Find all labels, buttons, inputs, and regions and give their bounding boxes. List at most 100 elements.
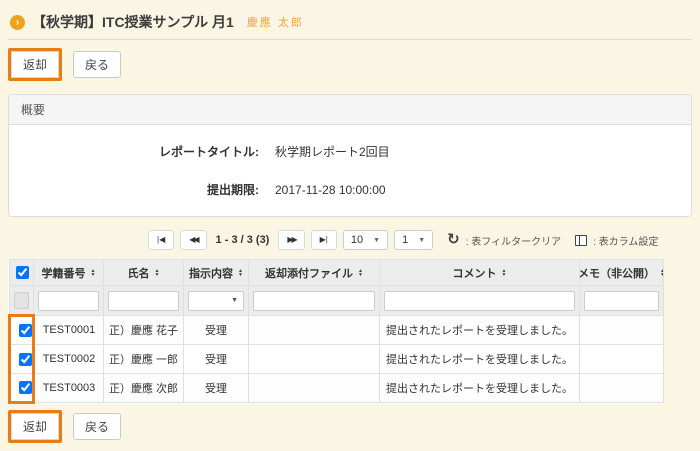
cell-memo: [580, 316, 664, 345]
cell-name: 正）慶應 一郎: [104, 345, 184, 374]
chevron-down-icon: ▼: [231, 297, 238, 304]
filter-comment-input[interactable]: [384, 291, 575, 311]
cell-student-id: TEST0002: [34, 345, 104, 374]
return-button-highlight: 返却: [8, 48, 62, 81]
overview-panel: 概要 レポートタイトル: 秋学期レポート2回目 提出期限: 2017-11-28…: [8, 94, 692, 217]
header-attachment[interactable]: 返却添付ファイル ▲▼: [249, 260, 380, 286]
prev-page-button[interactable]: ◀◀: [180, 230, 206, 250]
cell-student-id: TEST0003: [34, 374, 104, 403]
row-checkbox[interactable]: [19, 353, 32, 366]
filter-attachment-input[interactable]: [253, 291, 375, 311]
overview-panel-title: 概要: [9, 95, 691, 125]
cell-memo: [580, 374, 664, 403]
header-comment[interactable]: コメント ▲▼: [380, 260, 580, 286]
filter-clear-icon[interactable]: ↻: [447, 234, 460, 246]
row-checkbox[interactable]: [19, 381, 32, 394]
row-checkbox-cell: [10, 316, 34, 345]
column-settings-label[interactable]: : 表カラム設定: [593, 233, 658, 248]
pagination-range: 1 - 3 / 3 (3): [216, 234, 270, 246]
table-row: TEST0001 正）慶應 花子 受理 提出されたレポートを受理しました。: [10, 316, 664, 345]
cell-attachment: [249, 345, 380, 374]
overview-panel-body: レポートタイトル: 秋学期レポート2回目 提出期限: 2017-11-28 10…: [9, 125, 691, 216]
cell-name: 正）慶應 花子: [104, 316, 184, 345]
teacher-name-link[interactable]: 慶應 太郎: [247, 14, 304, 30]
back-button-bottom[interactable]: 戻る: [73, 413, 121, 440]
return-button-bottom[interactable]: 返却: [11, 413, 59, 440]
filter-attachment-cell: [249, 286, 380, 316]
cell-name: 正）慶應 次郎: [104, 374, 184, 403]
filter-memo-input[interactable]: [584, 291, 659, 311]
header-student-id[interactable]: 学籍番号 ▲▼: [34, 260, 104, 286]
sort-icon[interactable]: ▲▼: [502, 269, 507, 277]
filter-memo-cell: [580, 286, 664, 316]
row-checkbox[interactable]: [19, 324, 32, 337]
sort-icon[interactable]: ▲▼: [660, 269, 663, 277]
header-instruction-label: 指示内容: [189, 265, 233, 281]
cell-instruction: 受理: [184, 374, 249, 403]
bottom-action-bar: 返却 戻る: [8, 410, 692, 443]
select-all-checkbox[interactable]: [16, 266, 29, 279]
sort-icon[interactable]: ▲▼: [238, 269, 243, 277]
page-size-value: 10: [351, 234, 363, 246]
chevron-right-circle-icon: ›: [10, 15, 25, 30]
cell-comment: 提出されたレポートを受理しました。: [380, 316, 580, 345]
filter-name-input[interactable]: [108, 291, 179, 311]
cell-attachment: [249, 374, 380, 403]
filter-instruction-select[interactable]: ▼: [188, 291, 244, 311]
header-comment-label: コメント: [453, 265, 497, 281]
header-memo[interactable]: メモ（非公開） ▲▼: [580, 260, 664, 286]
table-row: TEST0002 正）慶應 一郎 受理 提出されたレポートを受理しました。: [10, 345, 664, 374]
back-button-top[interactable]: 戻る: [73, 51, 121, 78]
cell-attachment: [249, 316, 380, 345]
filter-comment-cell: [380, 286, 580, 316]
pagination-toolbar: |◀ ◀◀ 1 - 3 / 3 (3) ▶▶ ▶| 10 ▼ 1 ▼ ↻ : 表…: [148, 230, 692, 250]
filter-instruction-cell: ▼: [184, 286, 249, 316]
cell-student-id: TEST0001: [34, 316, 104, 345]
report-title-label: レポートタイトル:: [9, 143, 259, 160]
cell-instruction: 受理: [184, 316, 249, 345]
report-title-value: 秋学期レポート2回目: [275, 143, 390, 160]
table-header-row: 学籍番号 ▲▼ 氏名 ▲▼ 指示内容 ▲▼ 返却添付ファイル ▲▼ コメント: [10, 260, 664, 286]
filter-student-id-cell: [34, 286, 104, 316]
filter-checkbox-cell: [10, 286, 34, 316]
deadline-value: 2017-11-28 10:00:00: [275, 183, 386, 197]
table-filter-row: ▼: [10, 286, 664, 316]
chevron-down-icon: ▼: [373, 237, 380, 244]
select-all-header: [10, 260, 34, 286]
page-size-select[interactable]: 10 ▼: [343, 230, 388, 250]
sort-icon[interactable]: ▲▼: [155, 269, 160, 277]
header-instruction[interactable]: 指示内容 ▲▼: [184, 260, 249, 286]
filter-clear-label[interactable]: : 表フィルタークリア: [466, 233, 561, 248]
cell-comment: 提出されたレポートを受理しました。: [380, 345, 580, 374]
header-attachment-label: 返却添付ファイル: [265, 265, 353, 281]
cell-memo: [580, 345, 664, 374]
prev-page-icon: ◀◀: [189, 235, 197, 244]
page-number-value: 1: [402, 234, 408, 246]
filter-student-id-input[interactable]: [38, 291, 99, 311]
last-page-button[interactable]: ▶|: [311, 230, 337, 250]
next-page-button[interactable]: ▶▶: [278, 230, 304, 250]
return-button-highlight: 返却: [8, 410, 62, 443]
header-memo-label: メモ（非公開）: [580, 265, 656, 281]
deadline-row: 提出期限: 2017-11-28 10:00:00: [9, 181, 691, 198]
first-page-button[interactable]: |◀: [148, 230, 174, 250]
next-page-icon: ▶▶: [287, 235, 295, 244]
page-number-select[interactable]: 1 ▼: [394, 230, 433, 250]
filter-name-cell: [104, 286, 184, 316]
return-table: 学籍番号 ▲▼ 氏名 ▲▼ 指示内容 ▲▼ 返却添付ファイル ▲▼ コメント: [8, 259, 664, 404]
sort-icon[interactable]: ▲▼: [358, 269, 363, 277]
report-title-row: レポートタイトル: 秋学期レポート2回目: [9, 143, 691, 160]
header-divider: [8, 39, 692, 40]
cell-comment: 提出されたレポートを受理しました。: [380, 374, 580, 403]
row-checkbox-cell: [10, 374, 34, 403]
return-button-top[interactable]: 返却: [11, 51, 59, 78]
top-action-bar: 返却 戻る: [8, 48, 692, 81]
page-title: 【秋学期】ITC授業サンプル 月1: [32, 12, 234, 32]
sort-icon[interactable]: ▲▼: [91, 269, 96, 277]
table-row: TEST0003 正）慶應 次郎 受理 提出されたレポートを受理しました。: [10, 374, 664, 403]
filter-blank-box: [14, 292, 29, 309]
column-settings-icon[interactable]: [575, 235, 587, 246]
page-header: › 【秋学期】ITC授業サンプル 月1 慶應 太郎: [8, 8, 692, 32]
chevron-down-icon: ▼: [418, 237, 425, 244]
header-name[interactable]: 氏名 ▲▼: [104, 260, 184, 286]
